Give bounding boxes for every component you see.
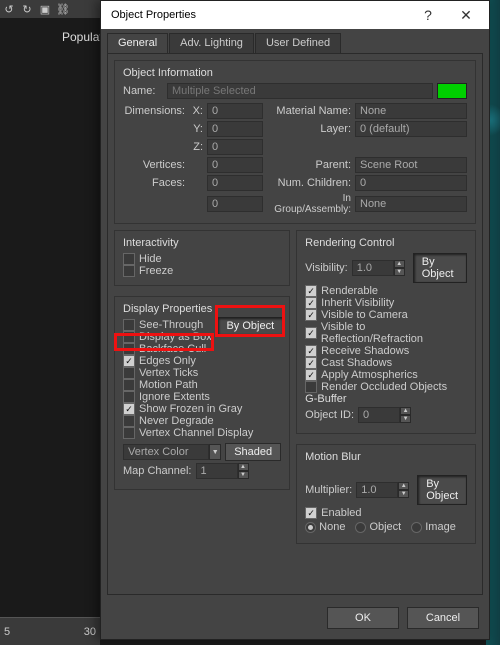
- motion-path-checkbox[interactable]: Motion Path: [123, 379, 281, 391]
- layer-label: Layer:: [267, 123, 351, 135]
- object-information-group: Object Information Name: Multiple Select…: [114, 60, 476, 224]
- reset-icon[interactable]: ↺: [2, 2, 16, 16]
- gbuffer-title: G-Buffer: [305, 393, 346, 405]
- dialog-title: Object Properties: [111, 9, 409, 21]
- object-id-label: Object ID:: [305, 409, 354, 421]
- visibility-label: Visibility:: [305, 262, 348, 274]
- motion-blur-title: Motion Blur: [305, 451, 467, 463]
- material-field: None: [355, 103, 467, 119]
- group-field: None: [355, 196, 467, 212]
- hide-checkbox[interactable]: Hide: [123, 253, 281, 265]
- tab-general[interactable]: General: [107, 33, 168, 53]
- vertex-ticks-checkbox[interactable]: Vertex Ticks: [123, 367, 281, 379]
- y-field: 0: [207, 121, 263, 137]
- children-label: Num. Children:: [267, 177, 351, 189]
- link-icon[interactable]: ⛓: [56, 2, 70, 16]
- visibility-spinner[interactable]: 1.0 ▲▼: [352, 260, 405, 276]
- apply-atmospherics-checkbox[interactable]: Apply Atmospherics: [305, 369, 467, 381]
- cast-shadows-checkbox[interactable]: Cast Shadows: [305, 357, 467, 369]
- mb-image-radio[interactable]: Image: [411, 521, 456, 533]
- freeze-checkbox[interactable]: Freeze: [123, 265, 281, 277]
- vertex-channel-checkbox[interactable]: Vertex Channel Display: [123, 427, 281, 439]
- display-properties-group: Display Properties See-Through Display a…: [114, 296, 290, 490]
- material-label: Material Name:: [267, 105, 351, 117]
- tab-user-defined[interactable]: User Defined: [255, 33, 341, 53]
- object-information-title: Object Information: [123, 67, 467, 79]
- motion-blur-by-object-button[interactable]: By Object: [417, 475, 467, 505]
- y-label: Y:: [189, 123, 203, 135]
- multiplier-label: Multiplier:: [305, 484, 352, 496]
- z-label: Z:: [189, 141, 203, 153]
- vertices-label: Vertices:: [123, 159, 185, 171]
- rendering-control-title: Rendering Control: [305, 237, 467, 249]
- redo-icon[interactable]: ↻: [20, 2, 34, 16]
- interactivity-group: Interactivity Hide Freeze: [114, 230, 290, 286]
- main-toolbar: ↺ ↻ ▣ ⛓: [0, 0, 100, 18]
- close-button[interactable]: ✕: [447, 1, 485, 29]
- enabled-checkbox[interactable]: Enabled: [305, 507, 467, 519]
- parent-label: Parent:: [267, 159, 351, 171]
- never-degrade-checkbox[interactable]: Never Degrade: [123, 415, 281, 427]
- dialog-titlebar[interactable]: Object Properties ? ✕: [101, 1, 489, 29]
- dialog-buttons: OK Cancel: [101, 601, 489, 639]
- timeline-tick: 5: [4, 626, 10, 638]
- dimensions-label: Dimensions:: [123, 105, 185, 117]
- tab-page-general: Object Information Name: Multiple Select…: [107, 53, 483, 595]
- group-label: In Group/Assembly:: [267, 193, 351, 215]
- ignore-extents-checkbox[interactable]: Ignore Extents: [123, 391, 281, 403]
- backface-cull-checkbox[interactable]: Backface Cull: [123, 343, 281, 355]
- help-button[interactable]: ?: [409, 1, 447, 29]
- object-id-spinner[interactable]: 0 ▲▼: [358, 407, 411, 423]
- name-label: Name:: [123, 85, 163, 97]
- timeline[interactable]: 5 30: [0, 617, 100, 645]
- x-label: X:: [189, 105, 203, 117]
- vertices-field: 0: [207, 157, 263, 173]
- tab-adv-lighting[interactable]: Adv. Lighting: [169, 33, 254, 53]
- select-region-icon[interactable]: ▣: [38, 2, 52, 16]
- object-properties-dialog: Object Properties ? ✕ General Adv. Light…: [100, 0, 490, 640]
- visible-to-camera-checkbox[interactable]: Visible to Camera: [305, 309, 467, 321]
- mb-none-radio[interactable]: None: [305, 521, 345, 533]
- ok-button[interactable]: OK: [327, 607, 399, 629]
- show-frozen-checkbox[interactable]: Show Frozen in Gray: [123, 403, 281, 415]
- timeline-tick: 30: [84, 626, 96, 638]
- display-by-object-button[interactable]: By Object: [217, 317, 283, 335]
- inherit-visibility-checkbox[interactable]: Inherit Visibility: [305, 297, 467, 309]
- chevron-down-icon: ▼: [209, 444, 221, 460]
- map-channel-label: Map Channel:: [123, 465, 192, 477]
- object-color-swatch[interactable]: [437, 83, 467, 99]
- render-occluded-checkbox[interactable]: Render Occluded Objects: [305, 381, 467, 393]
- visible-to-reflection-checkbox[interactable]: Visible to Reflection/Refraction: [305, 321, 467, 345]
- cancel-button[interactable]: Cancel: [407, 607, 479, 629]
- faces-field: 0: [207, 175, 263, 191]
- rendering-by-object-button[interactable]: By Object: [413, 253, 467, 283]
- faces-label: Faces:: [123, 177, 185, 189]
- rendering-control-group: Rendering Control Visibility: 1.0 ▲▼ By …: [296, 230, 476, 434]
- receive-shadows-checkbox[interactable]: Receive Shadows: [305, 345, 467, 357]
- multiplier-spinner[interactable]: 1.0 ▲▼: [356, 482, 409, 498]
- renderable-checkbox[interactable]: Renderable: [305, 285, 467, 297]
- shaded-button[interactable]: Shaded: [225, 443, 281, 461]
- children-field: 0: [355, 175, 467, 191]
- z-field: 0: [207, 139, 263, 155]
- mb-object-radio[interactable]: Object: [355, 521, 401, 533]
- map-channel-spinner[interactable]: 1 ▲▼: [196, 463, 249, 479]
- name-field[interactable]: Multiple Selected: [167, 83, 433, 99]
- parent-field: Scene Root: [355, 157, 467, 173]
- vertex-color-combo[interactable]: Vertex Color ▼: [123, 444, 221, 460]
- extra-field: 0: [207, 196, 263, 212]
- interactivity-title: Interactivity: [123, 237, 281, 249]
- x-field: 0: [207, 103, 263, 119]
- tabs: General Adv. Lighting User Defined: [101, 29, 489, 53]
- edges-only-checkbox[interactable]: Edges Only: [123, 355, 281, 367]
- display-properties-title: Display Properties: [123, 303, 281, 315]
- layer-field: 0 (default): [355, 121, 467, 137]
- motion-blur-group: Motion Blur Multiplier: 1.0 ▲▼ By Object…: [296, 444, 476, 544]
